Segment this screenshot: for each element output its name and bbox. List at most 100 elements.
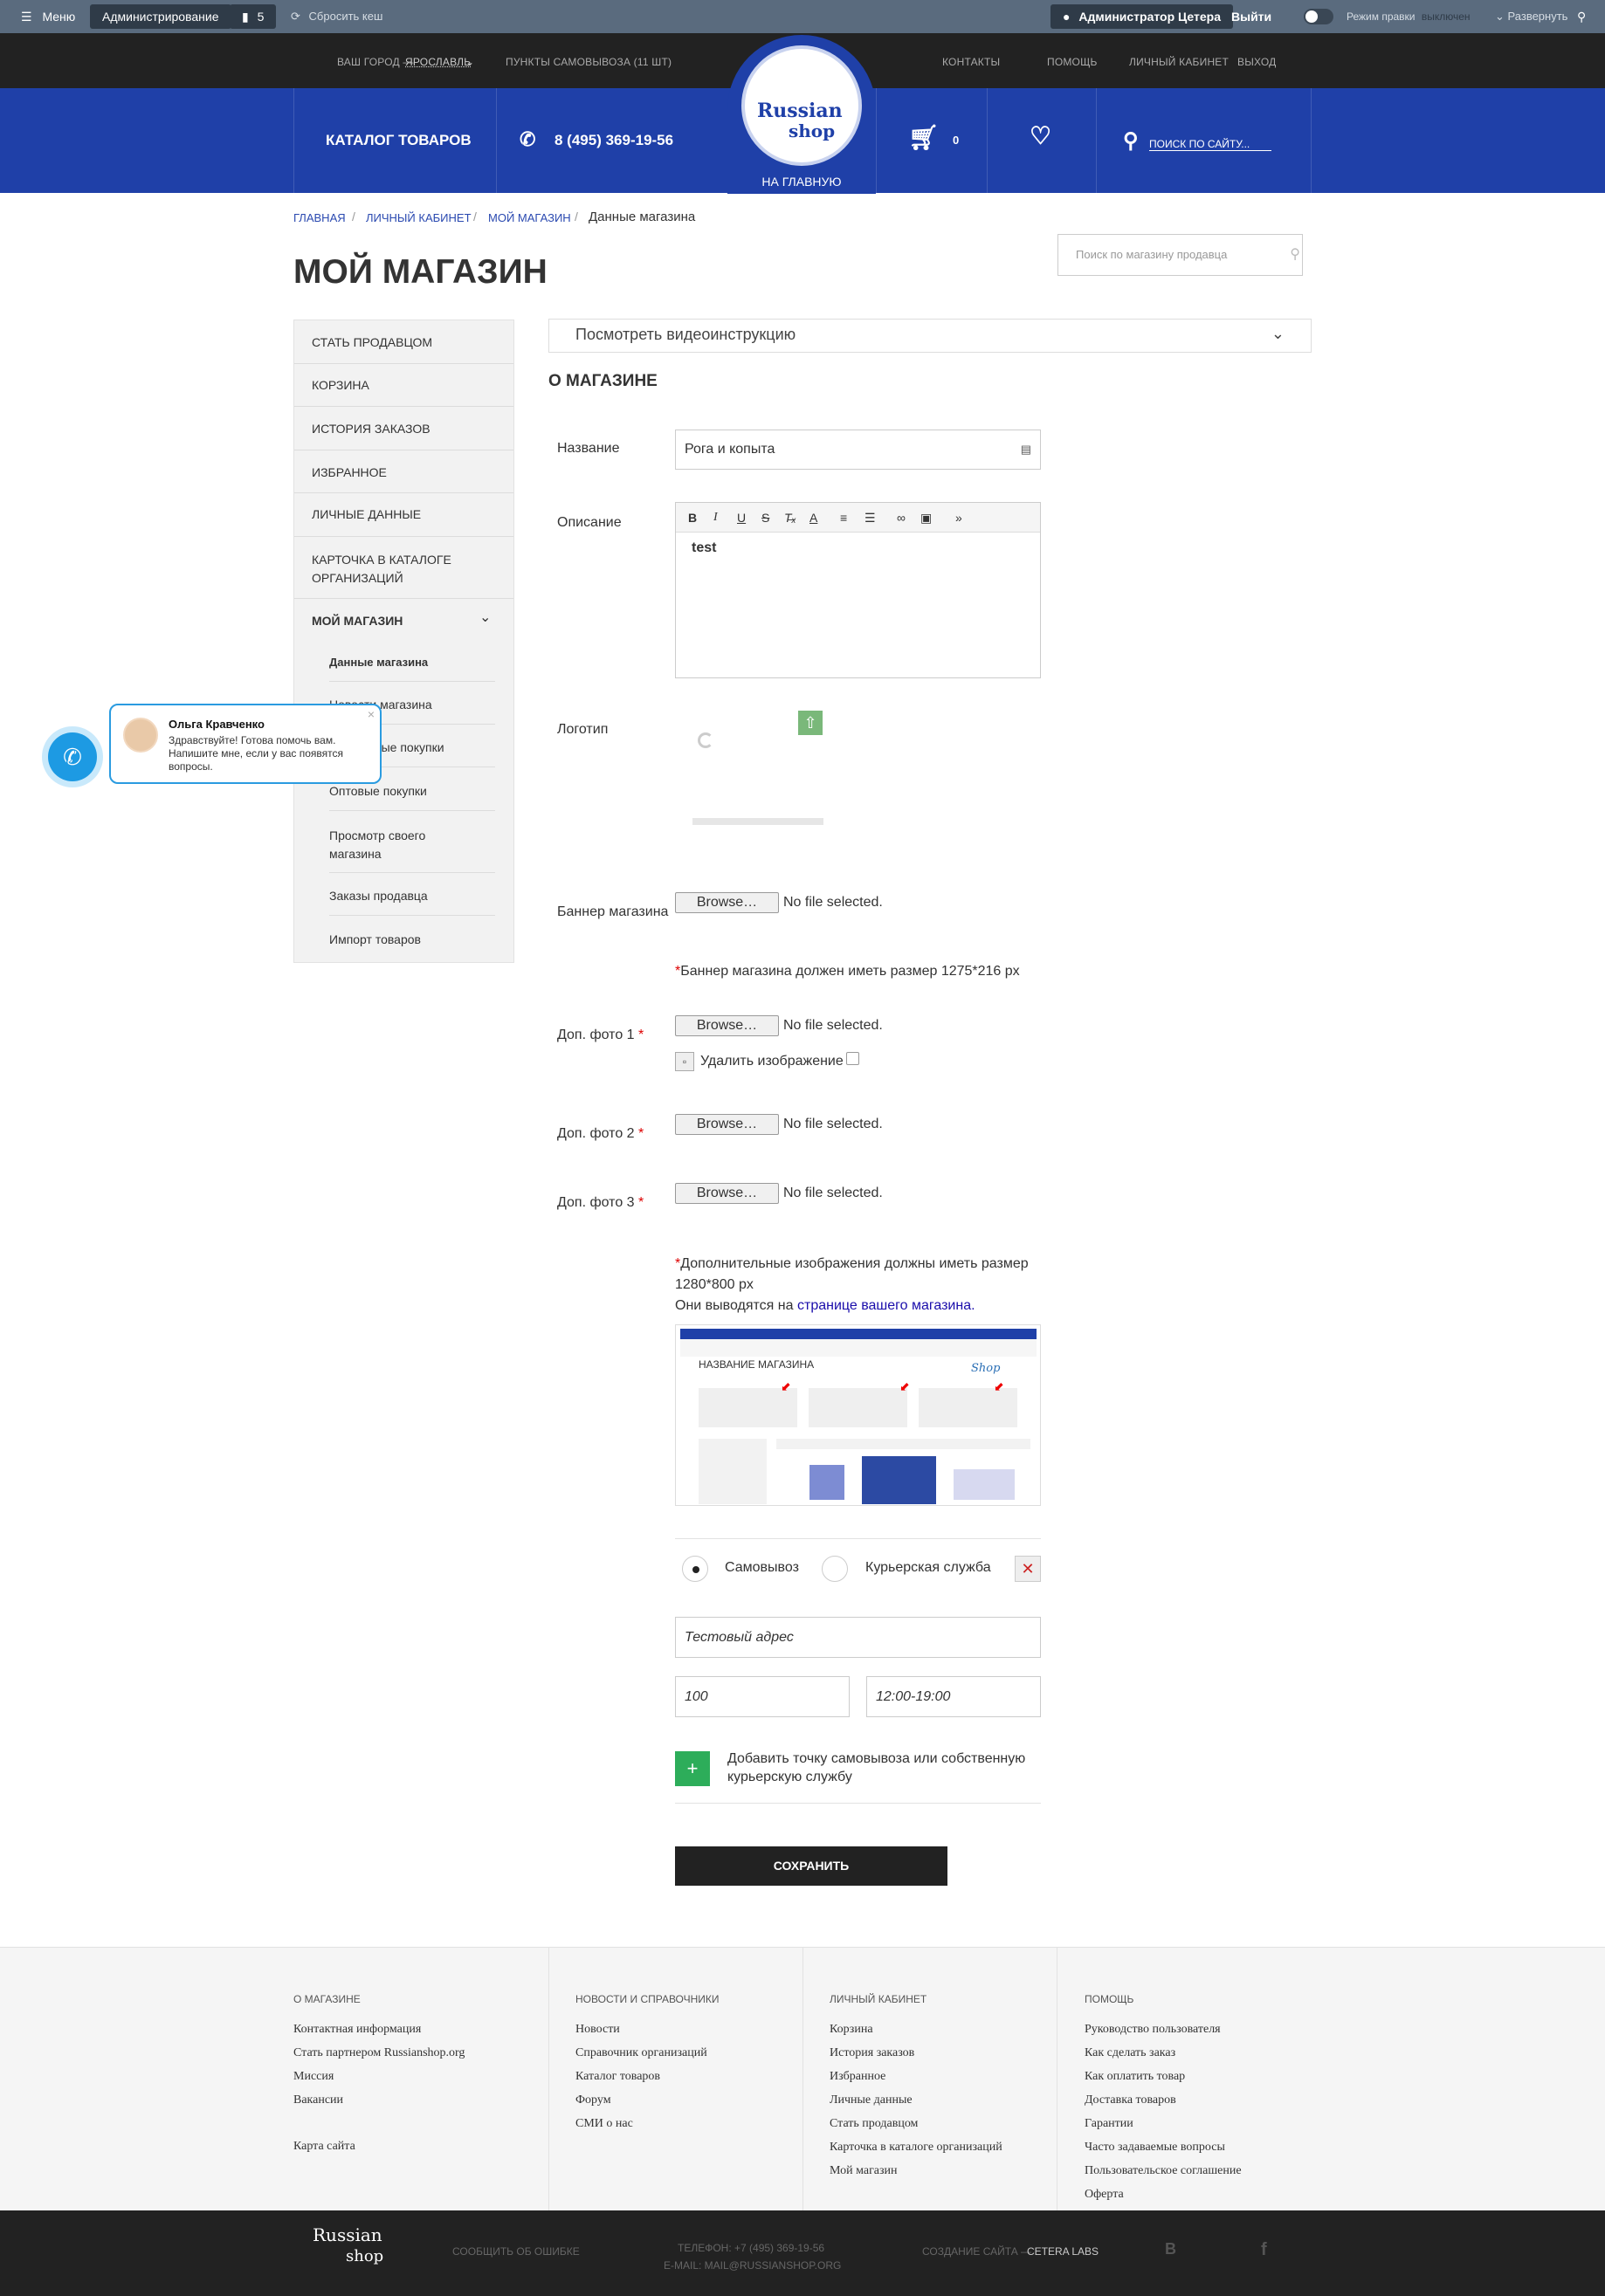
admin-menu-button[interactable]: ☰ Меню (21, 0, 75, 33)
sidebar-subitem-seller-orders[interactable]: Заказы продавца (329, 889, 428, 903)
close-icon[interactable]: ✕ (1015, 1556, 1041, 1582)
add-point-label[interactable]: Добавить точку самовывоза или собственну… (727, 1749, 1042, 1786)
sidebar-item-my-shop[interactable]: Мой магазин (312, 614, 403, 628)
expand-button[interactable]: ⌄ Развернуть (1495, 0, 1567, 33)
sidebar-subitem-view-shop[interactable]: Просмотр своего магазина (329, 827, 460, 863)
admin-user-button[interactable]: ● Администратор Цетера (1050, 4, 1234, 29)
pickup-points-link[interactable]: Пункты самовывоза (11 шт) (506, 56, 672, 68)
created-by-link[interactable]: CETERA LABS (1027, 2245, 1099, 2258)
sidebar-item-org-card[interactable]: Карточка в каталоге организаций (312, 551, 486, 588)
footer-link[interactable]: Часто задаваемые вопросы (1085, 2141, 1225, 2155)
clear-cache-button[interactable]: ⟳ Сбросить кеш (291, 0, 382, 33)
home-caption[interactable]: НА ГЛАВНУЮ (727, 175, 876, 189)
photo3-browse-button[interactable]: Browse… (675, 1183, 779, 1204)
link-icon[interactable]: ∞ (897, 511, 906, 525)
footer-email[interactable]: E-mail: mail@russianshop.org (664, 2259, 841, 2272)
footer-link[interactable]: Корзина (830, 2023, 873, 2037)
footer-link[interactable]: Стать партнером Russianshop.org (293, 2046, 465, 2060)
exit-link[interactable]: Выход (1237, 56, 1276, 68)
report-error-link[interactable]: Сообщить об ошибке (452, 2245, 580, 2258)
favorites-button[interactable]: ♡ (987, 88, 1096, 193)
price-input[interactable]: 100 (675, 1676, 850, 1717)
footer-link[interactable]: Справочник организаций (575, 2046, 707, 2060)
footer-link[interactable]: Как оплатить товар (1085, 2070, 1185, 2084)
footer-link[interactable]: Руководство пользователя (1085, 2023, 1221, 2037)
sidebar-subitem-import[interactable]: Импорт товаров (329, 932, 421, 946)
footer-link[interactable]: Личные данные (830, 2093, 913, 2107)
edit-mode-toggle[interactable] (1304, 9, 1333, 24)
logout-button[interactable]: Выйти (1231, 0, 1271, 33)
breadcrumb-shop[interactable]: Мой магазин (488, 211, 571, 224)
description-content[interactable]: test (676, 533, 1040, 564)
footer-logo[interactable]: Russian (313, 2224, 382, 2245)
close-icon[interactable]: × (368, 707, 375, 721)
breadcrumb-home[interactable]: Главная (293, 211, 346, 224)
footer-link[interactable]: СМИ о нас (575, 2117, 633, 2131)
search-icon[interactable]: ⚲ (1290, 245, 1300, 263)
video-instruction-toggle[interactable]: Посмотреть видеоинструкцию ⌄ (548, 319, 1312, 353)
facebook-icon[interactable]: f (1261, 2240, 1267, 2260)
description-editor[interactable]: B I U S T̶ₓ A ≡ ☰ ∞ ▣ » test (675, 502, 1041, 678)
footer-link[interactable]: Карточка в каталоге организаций (830, 2141, 1002, 2155)
sidebar-item-favorites[interactable]: Избранное (312, 465, 387, 479)
photo2-browse-button[interactable]: Browse… (675, 1114, 779, 1135)
breadcrumb-cabinet[interactable]: Личный кабинет (366, 211, 472, 224)
cart-button[interactable]: 🛒︎ 0 (876, 88, 987, 193)
admin-panel-button[interactable]: Администрирование (90, 4, 231, 29)
strikethrough-icon[interactable]: S (761, 511, 769, 525)
footer-link[interactable]: Контактная информация (293, 2023, 421, 2037)
upload-icon[interactable]: ⇧ (798, 711, 823, 735)
sidebar-item-become-seller[interactable]: Стать продавцом (312, 335, 432, 349)
footer-link[interactable]: Форум (575, 2093, 611, 2107)
sidebar-item-order-history[interactable]: История заказов (312, 422, 431, 436)
footer-link[interactable]: Оферта (1085, 2188, 1124, 2202)
italic-icon[interactable]: I (713, 511, 718, 525)
footer-link[interactable]: Миссия (293, 2070, 334, 2084)
chevron-down-icon[interactable]: ⌄ (465, 56, 474, 68)
add-point-button[interactable]: + (675, 1751, 710, 1786)
sidebar-subitem-shop-data[interactable]: Данные магазина (329, 656, 428, 669)
text-color-icon[interactable]: A (809, 511, 817, 525)
pin-icon[interactable]: ⚲ (1577, 0, 1586, 33)
bullet-list-icon[interactable]: ☰ (864, 511, 876, 526)
footer-link[interactable]: Каталог товаров (575, 2070, 660, 2084)
shop-page-link[interactable]: странице вашего магазина. (797, 1298, 975, 1313)
footer-link[interactable]: Вакансии (293, 2093, 343, 2107)
delete-image-checkbox[interactable] (846, 1052, 859, 1065)
sidebar-item-cart[interactable]: Корзина (312, 378, 369, 392)
cabinet-link[interactable]: Личный кабинет (1129, 56, 1229, 68)
shop-name-input[interactable]: Рога и копыта ▤ (675, 430, 1041, 470)
help-link[interactable]: Помощь (1047, 56, 1098, 68)
underline-icon[interactable]: U (737, 511, 746, 525)
pickup-radio[interactable] (682, 1556, 708, 1582)
footer-link[interactable]: Доставка товаров (1085, 2093, 1176, 2107)
shop-search-input[interactable]: Поиск по магазину продавца ⚲ (1057, 234, 1303, 276)
footer-link[interactable]: Гарантии (1085, 2117, 1133, 2131)
site-search-input[interactable]: ПОИСК ПО САЙТУ... (1149, 138, 1271, 151)
media-icon[interactable]: ▣ (920, 511, 932, 526)
ordered-list-icon[interactable]: ≡ (840, 511, 847, 525)
chat-popup[interactable]: Ольга Кравченко × Здравствуйте! Готова п… (109, 704, 382, 784)
footer-link[interactable]: История заказов (830, 2046, 914, 2060)
footer-link[interactable]: Как сделать заказ (1085, 2046, 1175, 2060)
notifications-button[interactable]: ▮ 5 (230, 4, 277, 29)
more-icon[interactable]: » (955, 511, 962, 525)
clear-format-icon[interactable]: T̶ₓ (784, 511, 796, 525)
catalog-button[interactable]: КАТАЛОГ ТОВАРОВ (293, 88, 496, 193)
address-input[interactable]: Тестовый адрес (675, 1617, 1041, 1658)
vk-icon[interactable]: В (1165, 2240, 1176, 2258)
sidebar-item-personal-data[interactable]: Личные данные (312, 507, 421, 521)
save-button[interactable]: СОХРАНИТЬ (675, 1846, 947, 1886)
footer-link[interactable]: Пользовательское соглашение (1085, 2164, 1242, 2178)
bold-icon[interactable]: B (688, 511, 697, 525)
banner-browse-button[interactable]: Browse… (675, 892, 779, 913)
hours-input[interactable]: 12:00-19:00 (866, 1676, 1041, 1717)
footer-link[interactable]: Карта сайта (293, 2140, 355, 2154)
photo1-browse-button[interactable]: Browse… (675, 1015, 779, 1036)
footer-link[interactable]: Избранное (830, 2070, 885, 2084)
sidebar-subitem-wholesale[interactable]: Оптовые покупки (329, 784, 427, 798)
footer-link[interactable]: Стать продавцом (830, 2117, 918, 2131)
chat-call-button[interactable]: ✆ (42, 726, 103, 787)
footer-logo-2[interactable]: shop (346, 2247, 383, 2265)
footer-link[interactable]: Новости (575, 2023, 620, 2037)
